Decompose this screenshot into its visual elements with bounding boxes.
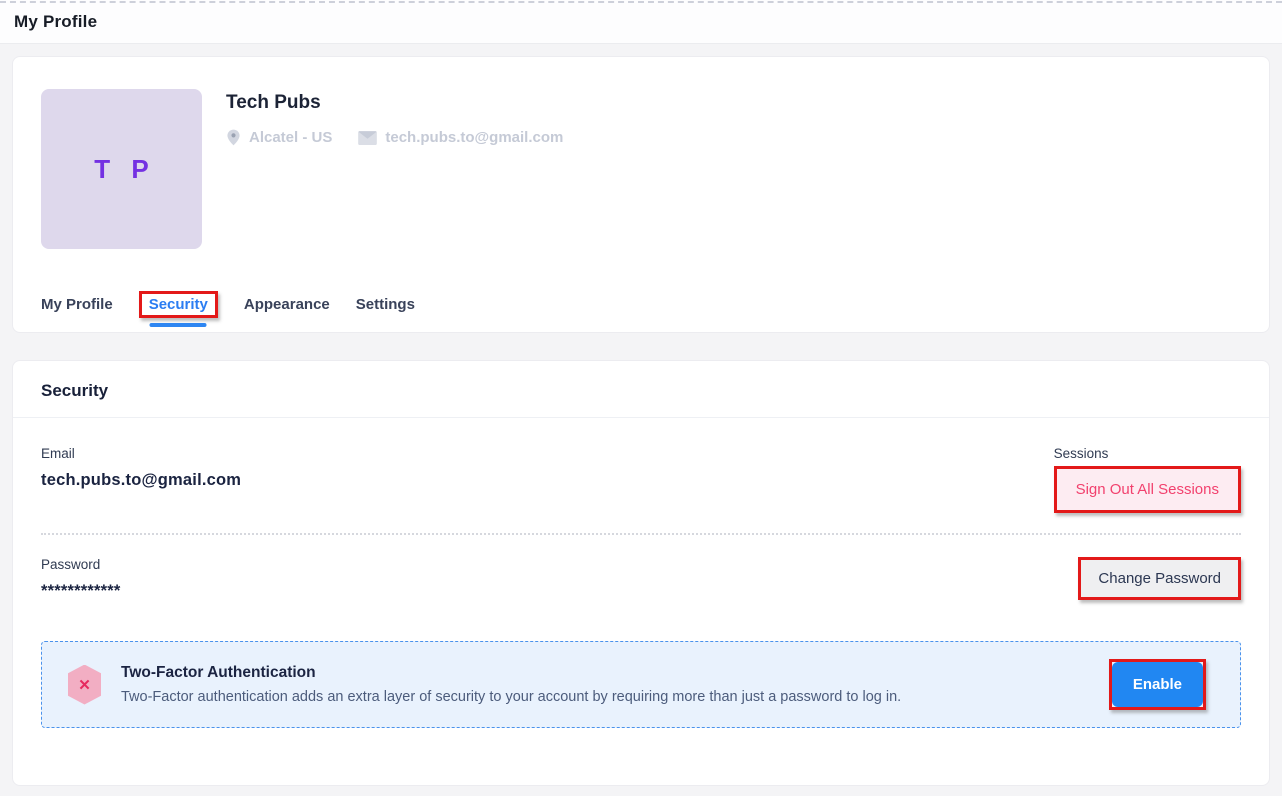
password-label: Password bbox=[41, 557, 120, 572]
annotation-box-change-password: Change Password bbox=[1078, 557, 1241, 600]
password-field: Password ************ bbox=[41, 557, 120, 601]
shield-x-glyph: ✕ bbox=[78, 676, 91, 694]
email-sessions-row: Email tech.pubs.to@gmail.com Sessions Si… bbox=[41, 446, 1241, 513]
active-tab-underline bbox=[150, 323, 207, 327]
sessions-field: Sessions Sign Out All Sessions bbox=[1054, 446, 1241, 513]
security-card: Security Email tech.pubs.to@gmail.com Se… bbox=[12, 360, 1270, 786]
profile-meta: Alcatel - US tech.pubs.to@gmail.com bbox=[226, 129, 563, 146]
profile-email: tech.pubs.to@gmail.com bbox=[385, 129, 563, 146]
password-row: Password ************ Change Password bbox=[41, 557, 1241, 601]
password-value: ************ bbox=[41, 582, 120, 601]
tab-security-wrap: Security bbox=[139, 291, 218, 318]
enable-two-factor-button[interactable]: Enable bbox=[1112, 662, 1203, 707]
profile-tabs: My Profile Security Appearance Settings bbox=[41, 291, 1241, 318]
envelope-icon bbox=[358, 131, 377, 145]
top-boundary-dashed-line bbox=[0, 1, 1282, 3]
two-factor-description: Two-Factor authentication adds an extra … bbox=[121, 689, 1093, 705]
profile-card: T P Tech Pubs Alcatel - US tech.pubs.to@… bbox=[12, 56, 1270, 333]
email-value: tech.pubs.to@gmail.com bbox=[41, 471, 241, 490]
profile-info: Tech Pubs Alcatel - US tech.pubs.to@gmai… bbox=[226, 89, 563, 249]
tab-my-profile[interactable]: My Profile bbox=[41, 296, 113, 313]
enable-button-wrap: Enable bbox=[1109, 659, 1206, 710]
company-meta: Alcatel - US bbox=[226, 129, 332, 146]
profile-company: Alcatel - US bbox=[249, 129, 332, 146]
two-factor-title: Two-Factor Authentication bbox=[121, 664, 1093, 682]
change-password-button[interactable]: Change Password bbox=[1081, 560, 1238, 597]
annotation-box-security-tab: Security bbox=[139, 291, 218, 318]
avatar: T P bbox=[41, 89, 202, 249]
sessions-label: Sessions bbox=[1054, 446, 1109, 461]
profile-name: Tech Pubs bbox=[226, 92, 563, 114]
shield-x-icon: ✕ bbox=[68, 665, 101, 705]
email-field: Email tech.pubs.to@gmail.com bbox=[41, 446, 241, 513]
annotation-box-enable: Enable bbox=[1109, 659, 1206, 710]
annotation-box-sign-out: Sign Out All Sessions bbox=[1054, 466, 1241, 513]
tab-settings[interactable]: Settings bbox=[356, 296, 415, 313]
row-divider bbox=[41, 533, 1241, 535]
two-factor-panel: ✕ Two-Factor Authentication Two-Factor a… bbox=[41, 641, 1241, 728]
location-pin-icon bbox=[226, 129, 241, 146]
sign-out-all-sessions-button[interactable]: Sign Out All Sessions bbox=[1057, 469, 1238, 510]
security-heading: Security bbox=[41, 381, 1241, 401]
profile-summary: T P Tech Pubs Alcatel - US tech.pubs.to@… bbox=[41, 89, 1241, 249]
page-header: My Profile bbox=[0, 0, 1282, 44]
email-meta: tech.pubs.to@gmail.com bbox=[358, 129, 563, 146]
change-password-field: Change Password bbox=[1078, 557, 1241, 601]
tab-appearance[interactable]: Appearance bbox=[244, 296, 330, 313]
two-factor-text: Two-Factor Authentication Two-Factor aut… bbox=[121, 664, 1109, 705]
avatar-initials: T P bbox=[87, 154, 155, 185]
security-card-body: Email tech.pubs.to@gmail.com Sessions Si… bbox=[13, 418, 1269, 728]
security-card-header: Security bbox=[13, 361, 1269, 418]
email-label: Email bbox=[41, 446, 241, 461]
page-title: My Profile bbox=[14, 12, 97, 32]
tab-security[interactable]: Security bbox=[149, 296, 208, 313]
